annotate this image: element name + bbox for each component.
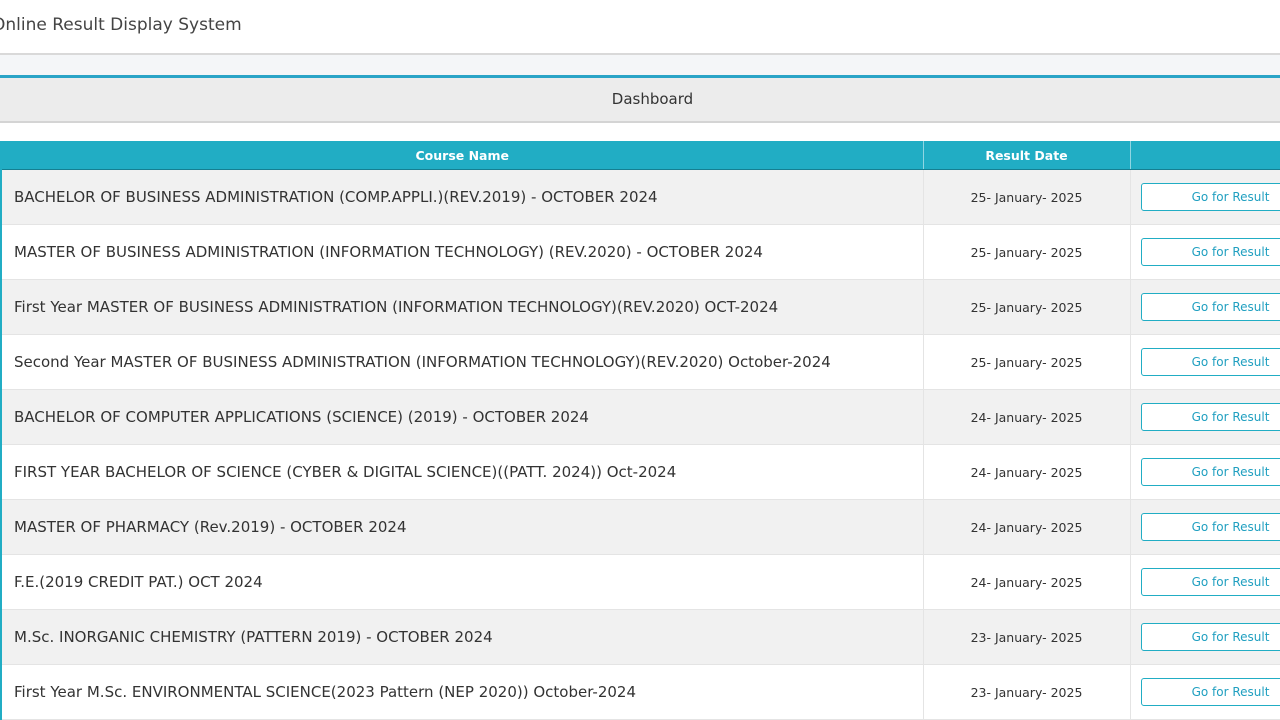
course-name-cell: BACHELOR OF BUSINESS ADMINISTRATION (COM… bbox=[1, 170, 923, 225]
go-for-result-button[interactable]: Go for Result bbox=[1141, 623, 1280, 651]
action-cell: Go for Result bbox=[1130, 610, 1280, 665]
result-date-cell: 24- January- 2025 bbox=[923, 555, 1130, 610]
action-cell: Go for Result bbox=[1130, 390, 1280, 445]
sub-navbar bbox=[0, 55, 1280, 78]
table-row: BACHELOR OF BUSINESS ADMINISTRATION (COM… bbox=[1, 170, 1280, 225]
course-name-cell: BACHELOR OF COMPUTER APPLICATIONS (SCIEN… bbox=[1, 390, 923, 445]
go-for-result-button[interactable]: Go for Result bbox=[1141, 293, 1280, 321]
action-cell: Go for Result bbox=[1130, 555, 1280, 610]
course-name-cell: MASTER OF BUSINESS ADMINISTRATION (INFOR… bbox=[1, 225, 923, 280]
result-date-cell: 25- January- 2025 bbox=[923, 335, 1130, 390]
course-name-header: Course Name bbox=[1, 141, 923, 170]
go-for-result-button[interactable]: Go for Result bbox=[1141, 678, 1280, 706]
table-row: F.E.(2019 CREDIT PAT.) OCT 2024 24- Janu… bbox=[1, 555, 1280, 610]
result-date-cell: 25- January- 2025 bbox=[923, 225, 1130, 280]
result-date-cell: 24- January- 2025 bbox=[923, 445, 1130, 500]
table-row: FIRST YEAR BACHELOR OF SCIENCE (CYBER & … bbox=[1, 445, 1280, 500]
action-cell: Go for Result bbox=[1130, 225, 1280, 280]
result-date-cell: 25- January- 2025 bbox=[923, 170, 1130, 225]
table-row: MASTER OF BUSINESS ADMINISTRATION (INFOR… bbox=[1, 225, 1280, 280]
app-header: Online Result Display System bbox=[0, 0, 1280, 55]
action-cell: Go for Result bbox=[1130, 665, 1280, 720]
panel-header: Dashboard bbox=[0, 78, 1280, 123]
course-name-cell: First Year MASTER OF BUSINESS ADMINISTRA… bbox=[1, 280, 923, 335]
results-table: Course Name Result Date BACHELOR OF BUSI… bbox=[0, 141, 1280, 720]
course-name-cell: First Year M.Sc. ENVIRONMENTAL SCIENCE(2… bbox=[1, 665, 923, 720]
course-name-cell: FIRST YEAR BACHELOR OF SCIENCE (CYBER & … bbox=[1, 445, 923, 500]
action-cell: Go for Result bbox=[1130, 335, 1280, 390]
app-title: Online Result Display System bbox=[0, 15, 242, 35]
go-for-result-button[interactable]: Go for Result bbox=[1141, 513, 1280, 541]
action-cell: Go for Result bbox=[1130, 500, 1280, 555]
course-name-cell: F.E.(2019 CREDIT PAT.) OCT 2024 bbox=[1, 555, 923, 610]
table-header-row: Course Name Result Date bbox=[1, 141, 1280, 170]
go-for-result-button[interactable]: Go for Result bbox=[1141, 348, 1280, 376]
result-date-cell: 25- January- 2025 bbox=[923, 280, 1130, 335]
go-for-result-button[interactable]: Go for Result bbox=[1141, 568, 1280, 596]
course-name-cell: M.Sc. INORGANIC CHEMISTRY (PATTERN 2019)… bbox=[1, 610, 923, 665]
result-date-cell: 23- January- 2025 bbox=[923, 610, 1130, 665]
result-date-header: Result Date bbox=[923, 141, 1130, 170]
action-cell: Go for Result bbox=[1130, 280, 1280, 335]
go-for-result-button[interactable]: Go for Result bbox=[1141, 183, 1280, 211]
action-header bbox=[1130, 141, 1280, 170]
result-date-cell: 24- January- 2025 bbox=[923, 500, 1130, 555]
go-for-result-button[interactable]: Go for Result bbox=[1141, 403, 1280, 431]
result-date-cell: 23- January- 2025 bbox=[923, 665, 1130, 720]
result-date-cell: 24- January- 2025 bbox=[923, 390, 1130, 445]
table-row: MASTER OF PHARMACY (Rev.2019) - OCTOBER … bbox=[1, 500, 1280, 555]
action-cell: Go for Result bbox=[1130, 170, 1280, 225]
table-row: First Year M.Sc. ENVIRONMENTAL SCIENCE(2… bbox=[1, 665, 1280, 720]
table-row: First Year MASTER OF BUSINESS ADMINISTRA… bbox=[1, 280, 1280, 335]
table-row: BACHELOR OF COMPUTER APPLICATIONS (SCIEN… bbox=[1, 390, 1280, 445]
course-name-cell: Second Year MASTER OF BUSINESS ADMINISTR… bbox=[1, 335, 923, 390]
go-for-result-button[interactable]: Go for Result bbox=[1141, 458, 1280, 486]
panel-title: Dashboard bbox=[0, 90, 1280, 108]
course-name-cell: MASTER OF PHARMACY (Rev.2019) - OCTOBER … bbox=[1, 500, 923, 555]
action-cell: Go for Result bbox=[1130, 445, 1280, 500]
table-row: Second Year MASTER OF BUSINESS ADMINISTR… bbox=[1, 335, 1280, 390]
go-for-result-button[interactable]: Go for Result bbox=[1141, 238, 1280, 266]
table-row: M.Sc. INORGANIC CHEMISTRY (PATTERN 2019)… bbox=[1, 610, 1280, 665]
